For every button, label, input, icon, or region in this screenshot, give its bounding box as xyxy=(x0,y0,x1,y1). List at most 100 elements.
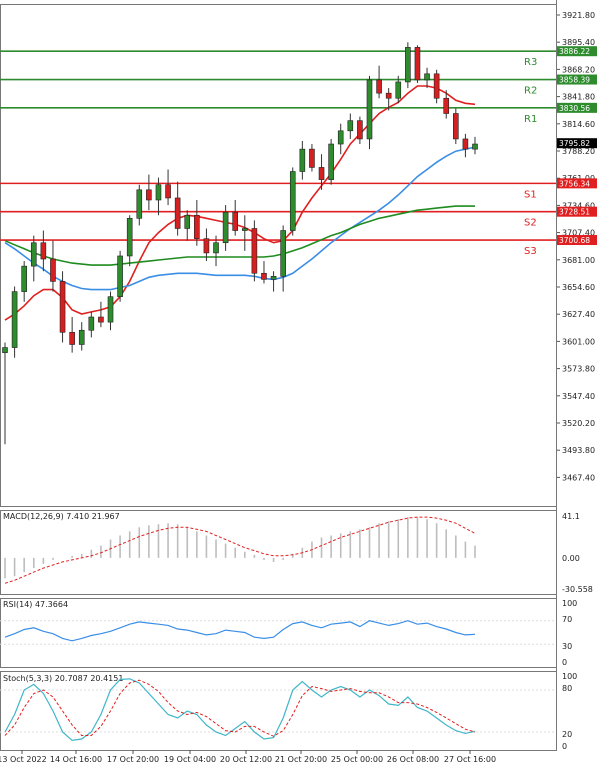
candle-down xyxy=(146,189,152,201)
level-name-s1: S1 xyxy=(524,189,537,200)
macd-tick-label: -30.558 xyxy=(562,585,593,594)
price-tick-label: 3868.20 xyxy=(562,65,595,74)
candle-down xyxy=(376,79,382,94)
macd-tick-label: 41.1 xyxy=(562,512,580,521)
stoch-tick-label: 100 xyxy=(562,672,577,681)
level-value-s2: 3728.51 xyxy=(559,208,590,217)
moving-average-line-2 xyxy=(4,146,476,291)
time-label: 26 Oct 08:00 xyxy=(387,755,439,764)
price-tick-label: 3573.80 xyxy=(562,365,595,374)
stoch-label: Stoch(5,3,3) 20.7087 20.4151 xyxy=(3,674,123,683)
price-tick-label: 3788.20 xyxy=(562,147,595,156)
candle-up xyxy=(222,211,229,244)
candle-down xyxy=(251,228,258,274)
candle-up xyxy=(241,228,248,231)
macd-panel xyxy=(0,510,557,595)
candle-up xyxy=(289,171,296,231)
time-label: 21 Oct 20:00 xyxy=(275,755,327,764)
rsi-line xyxy=(4,620,476,642)
level-value-s3: 3700.68 xyxy=(559,236,590,245)
candle-up xyxy=(155,184,162,201)
level-name-r2: R2 xyxy=(524,86,537,97)
candle-up xyxy=(184,214,191,229)
candle-up xyxy=(213,242,219,254)
candle-down xyxy=(40,242,47,260)
candle-down xyxy=(318,167,325,180)
price-tick-label: 3601.00 xyxy=(562,337,595,346)
time-label: 17 Oct 20:00 xyxy=(107,755,159,764)
macd-signal-line xyxy=(4,516,476,584)
macd-label: MACD(12,26,9) 7.410 21.967 xyxy=(3,512,120,521)
price-tick-label: 3493.80 xyxy=(562,446,595,455)
rsi-tick-label: 70 xyxy=(562,615,572,624)
candle-down xyxy=(453,113,459,140)
candle-down xyxy=(462,138,469,150)
candle-up xyxy=(424,73,430,81)
candle-up xyxy=(366,79,373,140)
candle-down xyxy=(414,47,421,81)
candle-down xyxy=(385,92,392,99)
stoch-tick-label: 80 xyxy=(562,684,572,693)
candle-up xyxy=(472,143,478,150)
stoch-tick-label: 0 xyxy=(562,742,567,751)
time-label: 14 Oct 16:00 xyxy=(50,755,102,764)
candle-down xyxy=(309,148,315,168)
level-name-s2: S2 xyxy=(524,218,537,229)
level-value-r2: 3858.39 xyxy=(559,76,590,85)
price-tick-label: 3921.80 xyxy=(562,11,595,20)
candle-up xyxy=(270,276,277,280)
candle-up xyxy=(337,130,344,145)
price-tick-label: 3547.40 xyxy=(562,392,595,401)
moving-average-line-3 xyxy=(4,205,475,266)
price-tick-label: 3467.40 xyxy=(562,473,595,482)
candle-up xyxy=(328,143,334,180)
time-label: 19 Oct 04:00 xyxy=(164,755,216,764)
price-tick-label: 3681.00 xyxy=(562,256,595,265)
candle-down xyxy=(443,97,450,114)
stoch-k-line xyxy=(4,678,476,742)
candle-up xyxy=(136,189,143,219)
level-name-r1: R1 xyxy=(524,114,537,125)
candle-down xyxy=(357,120,363,140)
level-name-s3: S3 xyxy=(524,246,537,257)
time-label: 25 Oct 00:00 xyxy=(331,755,383,764)
candle-up xyxy=(78,329,85,345)
rsi-label: RSI(14) 47.3664 xyxy=(3,600,68,609)
level-value-r1: 3830.56 xyxy=(559,104,590,113)
candle-down xyxy=(50,258,56,282)
time-label: 27 Oct 16:00 xyxy=(444,755,496,764)
candle-down xyxy=(98,316,104,323)
price-tick-label: 3895.40 xyxy=(562,38,595,47)
candle-down xyxy=(174,197,181,229)
candle-up xyxy=(88,316,95,331)
rsi-tick-label: 0 xyxy=(562,658,567,667)
candle-up xyxy=(299,148,306,172)
candle-up xyxy=(2,347,8,353)
candle-down xyxy=(59,281,66,333)
candle-up xyxy=(405,47,411,83)
candle-down xyxy=(194,214,200,239)
level-name-r3: R3 xyxy=(524,57,537,68)
time-label: 20 Oct 12:00 xyxy=(220,755,272,764)
price-tick-label: 3841.80 xyxy=(562,93,595,102)
price-tick-label: 3627.40 xyxy=(562,310,595,319)
candle-down xyxy=(203,238,210,254)
stoch-tick-label: 20 xyxy=(562,730,572,739)
price-tick-label: 3520.20 xyxy=(562,419,595,428)
price-tick-label: 3814.60 xyxy=(562,120,595,129)
moving-average-line-1 xyxy=(4,85,476,321)
rsi-tick-label: 100 xyxy=(562,599,577,608)
candle-up xyxy=(395,81,402,99)
candle-up xyxy=(347,120,354,132)
chart: 3921.80 3895.40 3868.20 3841.80 3814.60 3788.… xyxy=(0,0,597,764)
candle-up xyxy=(30,242,37,267)
macd-tick-label: 0.00 xyxy=(562,554,580,563)
candle-up xyxy=(117,255,123,297)
stoch-d-line xyxy=(4,679,476,737)
candle-up xyxy=(107,296,114,323)
candle-up xyxy=(21,265,27,292)
level-value-s1: 3756.34 xyxy=(559,179,590,188)
price-tick-label: 3654.60 xyxy=(562,283,595,292)
candle-down xyxy=(165,184,171,199)
candle-up xyxy=(11,291,18,348)
